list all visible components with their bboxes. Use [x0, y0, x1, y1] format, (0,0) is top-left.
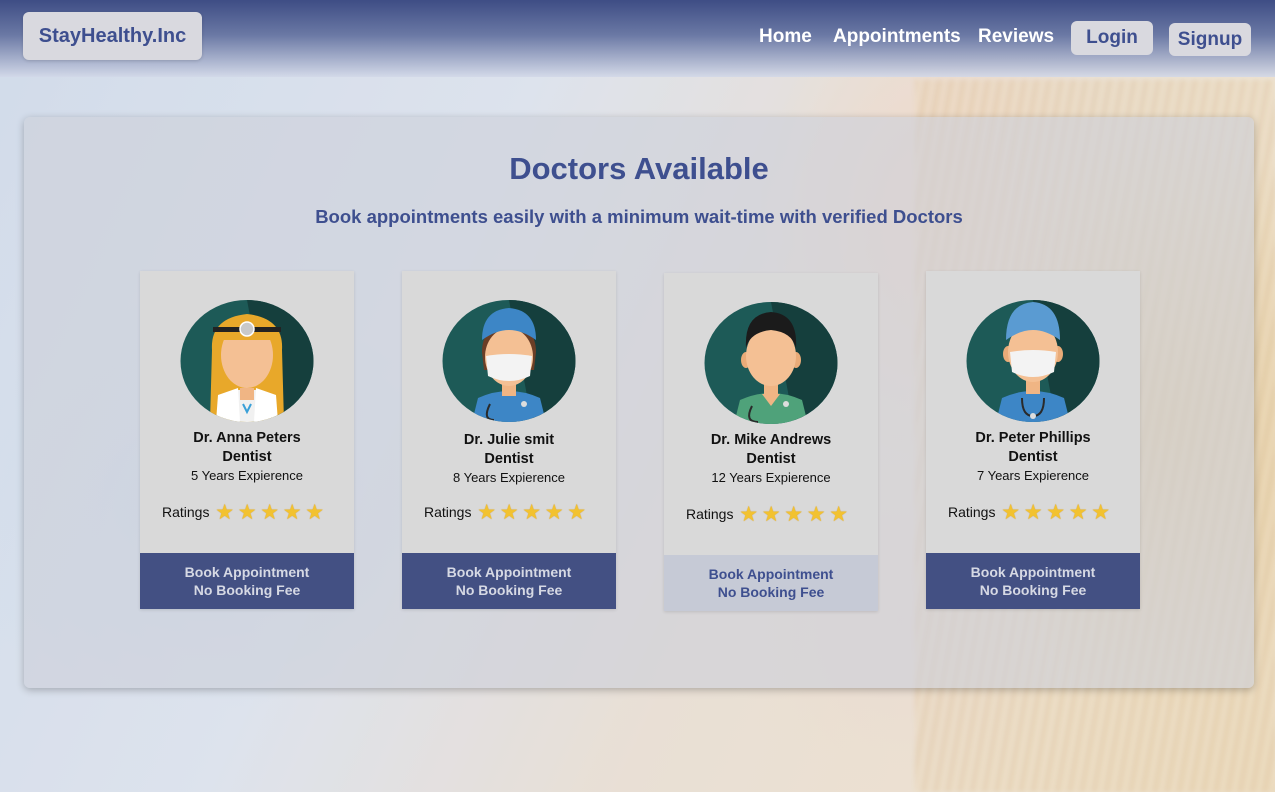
no-booking-fee-label: No Booking Fee: [717, 584, 825, 600]
doctor-name: Dr. Peter Phillips: [975, 430, 1091, 446]
doctor-name: Dr. Mike Andrews: [710, 432, 832, 448]
page-title: Doctors Available: [509, 151, 769, 186]
book-appointment-label: Book Appointment: [708, 566, 834, 582]
brand-logo[interactable]: StayHealthy.Inc: [23, 12, 202, 60]
star-icon: ★: [305, 500, 325, 524]
star-icon: ★: [1068, 500, 1088, 524]
doctors-panel: Doctors Available Book appointments easi…: [24, 117, 1254, 688]
male-doctor-avatar-icon: [704, 302, 838, 424]
female-surgeon-avatar-icon: [442, 300, 576, 422]
page-subtitle: Book appointments easily with a minimum …: [315, 206, 963, 227]
nav-reviews-link[interactable]: Reviews: [978, 26, 1054, 48]
book-appointment-button[interactable]: Book Appointment No Booking Fee: [926, 553, 1140, 609]
book-appointment-label: Book Appointment: [184, 564, 310, 580]
no-booking-fee-label: No Booking Fee: [979, 582, 1087, 598]
doctor-specialty: Dentist: [222, 449, 272, 465]
star-icon: ★: [260, 500, 280, 524]
book-appointment-button[interactable]: Book Appointment No Booking Fee: [664, 555, 878, 611]
book-appointment-button[interactable]: Book Appointment No Booking Fee: [140, 553, 354, 609]
doctor-specialty: Dentist: [1008, 449, 1058, 465]
star-icon: ★: [237, 500, 257, 524]
star-icon: ★: [1001, 500, 1021, 524]
book-appointment-label: Book Appointment: [970, 564, 1096, 580]
ratings-label: Ratings: [424, 504, 472, 520]
doctor-card: Dr. Anna Peters Dentist 5 Years Expieren…: [140, 271, 354, 609]
star-icon: ★: [806, 502, 826, 526]
star-icon: ★: [1046, 500, 1066, 524]
star-icon: ★: [761, 502, 781, 526]
login-button[interactable]: Login: [1071, 21, 1153, 55]
doctor-card: Dr. Julie smit Dentist 8 Years Expierenc…: [402, 271, 616, 609]
star-icon: ★: [215, 500, 235, 524]
doctor-card: Dr. Peter Phillips Dentist 7 Years Expie…: [926, 271, 1140, 609]
doctor-experience: 8 Years Expierence: [452, 470, 566, 485]
star-icon: ★: [1091, 500, 1111, 524]
nav-appointments-link[interactable]: Appointments: [833, 26, 961, 48]
signup-button[interactable]: Signup: [1169, 23, 1251, 56]
star-icon: ★: [567, 500, 587, 524]
doctor-ratings: Ratings ★ ★ ★ ★ ★: [424, 500, 588, 524]
doctor-experience: 5 Years Expierence: [190, 468, 304, 483]
male-surgeon-avatar-icon: [966, 300, 1100, 422]
navbar: StayHealthy.Inc Home Appointments Review…: [0, 0, 1275, 77]
star-icon: ★: [829, 502, 849, 526]
star-icon: ★: [739, 502, 759, 526]
doctor-ratings: Ratings ★ ★ ★ ★ ★: [162, 500, 326, 524]
female-doctor-avatar-icon: [180, 300, 314, 422]
ratings-label: Ratings: [162, 504, 210, 520]
ratings-label: Ratings: [686, 506, 734, 522]
no-booking-fee-label: No Booking Fee: [193, 582, 301, 598]
ratings-label: Ratings: [948, 504, 996, 520]
star-icon: ★: [1023, 500, 1043, 524]
doctor-specialty: Dentist: [746, 451, 796, 467]
star-icon: ★: [499, 500, 519, 524]
book-appointment-button[interactable]: Book Appointment No Booking Fee: [402, 553, 616, 609]
doctor-name: Dr. Anna Peters: [193, 430, 301, 446]
star-icon: ★: [477, 500, 497, 524]
no-booking-fee-label: No Booking Fee: [455, 582, 563, 598]
star-icon: ★: [544, 500, 564, 524]
star-icon: ★: [522, 500, 542, 524]
doctor-experience: 12 Years Expierence: [711, 470, 831, 485]
doctor-card: Dr. Mike Andrews Dentist 12 Years Expier…: [664, 273, 878, 611]
doctor-ratings: Ratings ★ ★ ★ ★ ★: [686, 502, 850, 526]
doctor-ratings: Ratings ★ ★ ★ ★ ★: [948, 500, 1112, 524]
book-appointment-label: Book Appointment: [446, 564, 572, 580]
star-icon: ★: [282, 500, 302, 524]
doctor-specialty: Dentist: [484, 451, 534, 467]
nav-home-link[interactable]: Home: [759, 26, 812, 48]
doctor-name: Dr. Julie smit: [463, 432, 555, 448]
doctor-experience: 7 Years Expierence: [976, 468, 1090, 483]
star-icon: ★: [784, 502, 804, 526]
